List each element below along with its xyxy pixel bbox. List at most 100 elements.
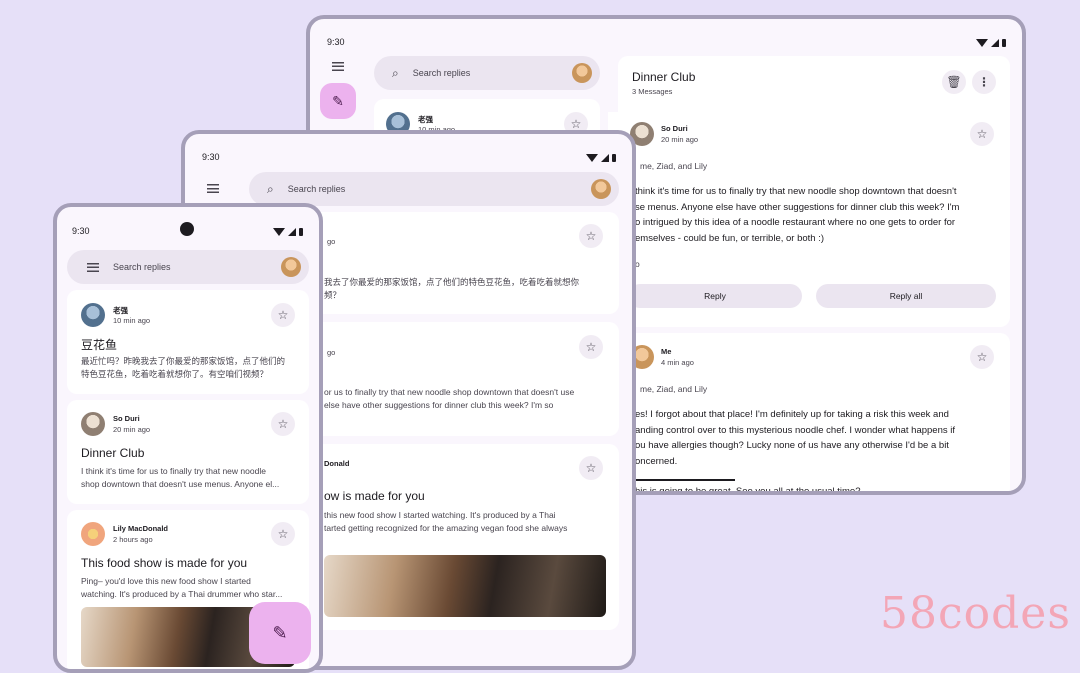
- signal-icon: [601, 154, 609, 162]
- message-preview: I think it's time for us to finally try …: [81, 465, 279, 491]
- search-bar[interactable]: ⌕ Search replies: [374, 56, 600, 90]
- body-line: think it's time for us to finally try th…: [635, 186, 957, 197]
- compose-fab[interactable]: ✎: [249, 602, 311, 664]
- preview-line: 特色豆花鱼，吃着吃着就想你了。有空咱们视频？: [81, 369, 269, 379]
- sender-avatar: [81, 412, 105, 436]
- preview-line: Ping– you'd love this new food show I st…: [81, 576, 251, 586]
- pencil-icon: ✎: [332, 92, 344, 109]
- reply-all-button[interactable]: Reply all: [816, 284, 996, 308]
- pencil-icon: ✎: [272, 622, 288, 643]
- phone-device: 9:30 Search replies 老强 10 min ago ☆ 豆花鱼 …: [53, 203, 323, 673]
- search-bar[interactable]: ⌕ Search replies: [249, 172, 619, 206]
- search-icon: ⌕: [267, 181, 274, 196]
- menu-icon[interactable]: [332, 62, 344, 71]
- message-time: 20 min ago: [661, 135, 699, 144]
- account-avatar[interactable]: [572, 63, 592, 83]
- camera-cutout: [180, 222, 194, 236]
- body-line-cut: his is going to be great. See you all at…: [635, 486, 861, 495]
- message-time: 10 min ago: [113, 316, 151, 325]
- text-cursor-bar: [635, 479, 735, 481]
- star-icon[interactable]: ☆: [970, 122, 994, 146]
- signal-icon: [288, 228, 296, 236]
- signal-icon: [991, 39, 999, 47]
- trash-icon[interactable]: 🗑: [942, 70, 966, 94]
- message-preview: 最近忙吗？昨晚我去了你最爱的那家饭馆，点了他们的 特色豆花鱼，吃着吃着就想你了。…: [81, 355, 285, 381]
- preview-line: watching. It's produced by a Thai drumme…: [81, 589, 283, 599]
- body-line: emselves - could be fun, or terrible, or…: [635, 232, 825, 244]
- body-line: se menus. Anyone else have other suggest…: [635, 201, 960, 213]
- star-icon[interactable]: ☆: [579, 224, 603, 248]
- search-icon: ⌕: [392, 65, 399, 80]
- star-icon[interactable]: ☆: [271, 412, 295, 436]
- wifi-icon: [586, 154, 598, 162]
- thread-message: Me 4 min ago ☆ me, Ziad, and Lily es! I …: [608, 333, 1010, 495]
- status-icons: [273, 228, 303, 236]
- battery-icon: [299, 228, 303, 236]
- compose-fab[interactable]: ✎: [320, 83, 356, 119]
- food-photo: [324, 555, 606, 617]
- detail-header: Dinner Club 3 Messages 🗑 ⋮: [618, 56, 1010, 112]
- wifi-icon: [273, 228, 285, 236]
- preview-line: tarted getting recognized for the amazin…: [324, 523, 568, 533]
- sender-name: Donald: [324, 459, 350, 468]
- message-time: 4 min ago: [661, 358, 694, 367]
- more-vert-icon[interactable]: ⋮: [972, 70, 996, 94]
- preview-line: I think it's time for us to finally try …: [81, 466, 266, 476]
- watermark: 58codes: [880, 588, 1071, 639]
- sender-name: Me: [661, 347, 672, 356]
- message-preview: this new food show I started watching. I…: [324, 509, 567, 535]
- preview-line: else have other suggestions for dinner c…: [324, 400, 554, 410]
- preview-line: this new food show I started watching. I…: [324, 510, 556, 520]
- thread-count: 3 Messages: [632, 87, 673, 96]
- preview-line: 我去了你最爱的那家饭馆，点了他们的特色豆花鱼，吃着吃着就想你: [324, 277, 580, 287]
- sender-name: 老强: [113, 306, 128, 315]
- recipients: me, Ziad, and Lily: [640, 161, 708, 171]
- sender-avatar: [81, 522, 105, 546]
- reply-button[interactable]: Reply: [628, 284, 802, 308]
- message-preview: or us to finally try that new noodle sho…: [324, 386, 574, 412]
- menu-icon[interactable]: [207, 184, 219, 193]
- search-placeholder: Search replies: [287, 184, 346, 194]
- search-bar[interactable]: Search replies: [67, 250, 309, 284]
- list-item[interactable]: 老强 10 min ago ☆ 豆花鱼 最近忙吗？昨晚我去了你最爱的那家饭馆，点…: [67, 290, 309, 394]
- message-preview: Ping– you'd love this new food show I st…: [81, 575, 282, 601]
- sender-name: So Duri: [113, 414, 140, 423]
- status-time: 9:30: [72, 226, 90, 236]
- account-avatar[interactable]: [281, 257, 301, 277]
- body-line: oncerned.: [635, 455, 678, 467]
- status-icons: [586, 154, 616, 162]
- status-icons: [976, 39, 1006, 47]
- preview-line: 最近忙吗？昨晚我去了你最爱的那家饭馆，点了他们的: [81, 356, 286, 366]
- body-line: o intrigued by this idea of a noodle res…: [635, 217, 956, 228]
- preview-line: shop downtown that doesn't use menus. An…: [81, 479, 280, 489]
- body-line: anding control over to this mysterious n…: [635, 424, 956, 436]
- recipients: me, Ziad, and Lily: [640, 384, 708, 394]
- message-time: go: [327, 348, 336, 357]
- star-icon[interactable]: ☆: [271, 522, 295, 546]
- body-line: ou have allergies though? Lucky none of …: [635, 440, 949, 451]
- message-time: 2 hours ago: [113, 535, 153, 544]
- message-time: go: [327, 237, 336, 246]
- sender-avatar: [81, 303, 105, 327]
- status-time: 9:30: [202, 152, 220, 162]
- message-subject: 豆花鱼: [81, 338, 118, 352]
- sender-name: So Duri: [661, 124, 688, 133]
- status-time: 9:30: [327, 37, 345, 47]
- star-icon[interactable]: ☆: [271, 303, 295, 327]
- list-item[interactable]: So Duri 20 min ago ☆ Dinner Club I think…: [67, 400, 309, 504]
- star-icon[interactable]: ☆: [579, 335, 603, 359]
- battery-icon: [1002, 39, 1006, 47]
- star-icon[interactable]: ☆: [579, 456, 603, 480]
- message-preview: 我去了你最爱的那家饭馆，点了他们的特色豆花鱼，吃着吃着就想你 频？: [324, 276, 579, 302]
- battery-icon: [612, 154, 616, 162]
- search-placeholder: Search replies: [113, 262, 171, 272]
- menu-icon[interactable]: [87, 262, 99, 272]
- thread-message: So Duri 20 min ago ☆ me, Ziad, and Lily …: [608, 112, 1010, 327]
- star-icon[interactable]: ☆: [970, 345, 994, 369]
- message-subject: This food show is made for you: [81, 556, 248, 570]
- sender-name: Lily MacDonald: [113, 524, 169, 533]
- account-avatar[interactable]: [591, 179, 611, 199]
- thread-title: Dinner Club: [632, 70, 696, 84]
- preview-line: or us to finally try that new noodle sho…: [324, 387, 575, 397]
- message-subject: ow is made for you: [324, 489, 425, 503]
